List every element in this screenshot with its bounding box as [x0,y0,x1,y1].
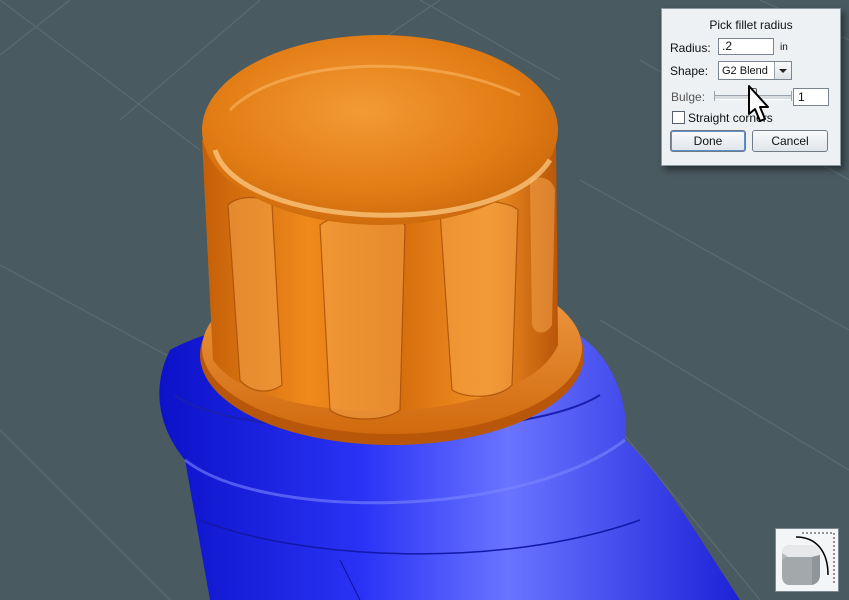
shape-label: Shape: [670,64,709,78]
straight-corners-checkbox[interactable] [672,111,685,124]
bulge-input[interactable]: 1 [793,88,829,106]
radius-unit: in [780,42,788,53]
shape-select[interactable]: G2 Blend [718,61,792,80]
done-button[interactable]: Done [670,130,746,152]
chevron-down-icon[interactable] [774,62,791,79]
shape-selected-value: G2 Blend [722,65,768,77]
slider-tick [714,91,715,101]
radius-input[interactable]: .2 [718,38,774,55]
cancel-button[interactable]: Cancel [752,130,828,152]
slider-tick [791,91,792,101]
arrow-cursor-icon [748,85,769,122]
cap [200,35,584,445]
bulge-label: Bulge: [671,90,706,104]
radius-label: Radius: [670,41,711,55]
dialog-title: Pick fillet radius [709,18,793,32]
fillet-tool-icon[interactable] [775,528,839,592]
